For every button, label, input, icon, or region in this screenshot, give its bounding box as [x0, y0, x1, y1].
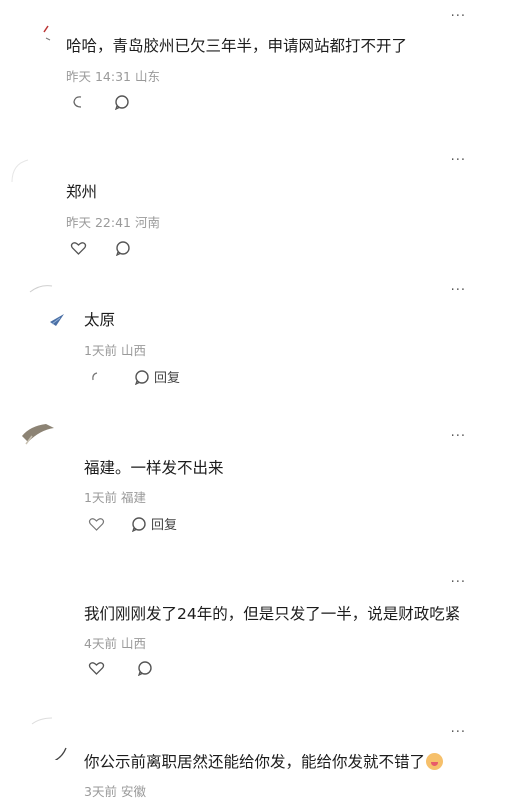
comment-meta: 昨天 14:31 山东 — [66, 66, 160, 85]
comment-meta: 1天前 山西 — [84, 340, 146, 359]
heart-icon — [88, 517, 105, 531]
comment-item: ··· 我们刚刚发了24年的，但是只发了一半，说是财政吃紧 4天前 山西 — [0, 550, 510, 700]
comment-text: 太原 — [84, 311, 116, 329]
avatar[interactable] — [6, 156, 50, 200]
comment-time: 4天前 — [84, 636, 117, 651]
more-icon[interactable]: ··· — [451, 726, 466, 739]
avatar[interactable] — [26, 278, 70, 328]
heart-icon — [73, 96, 82, 108]
comment-icon — [115, 241, 130, 256]
comment-icon — [114, 95, 129, 110]
comment-button[interactable] — [137, 660, 153, 676]
more-icon[interactable]: ··· — [451, 430, 466, 443]
more-icon[interactable]: ··· — [451, 154, 466, 167]
comment-item: ··· 你公示前离职居然还能给你发，能给你发就不错了 3天前 安徽 — [0, 700, 510, 800]
comment-meta: 1天前 福建 — [84, 487, 146, 506]
comment-location: 河南 — [134, 215, 160, 230]
comment-location: 山西 — [120, 343, 146, 358]
comment-item: ··· 福建。一样发不出来 1天前 福建 回复 — [0, 400, 510, 550]
heart-icon — [92, 371, 98, 380]
avatar[interactable] — [28, 18, 54, 44]
comment-icon — [134, 369, 149, 385]
heart-icon — [88, 662, 105, 675]
comment-actions — [70, 240, 131, 256]
more-icon[interactable]: ··· — [451, 284, 466, 297]
heart-icon — [70, 242, 87, 255]
emoji-icon — [426, 753, 444, 770]
comment-time: 3天前 — [84, 784, 117, 799]
comment-meta: 3天前 安徽 — [84, 781, 146, 800]
reply-label: 回复 — [151, 518, 178, 533]
comment-item: ··· 哈哈，青岛胶州已欠三年半，申请网站都打不开了 昨天 14:31 山东 — [0, 0, 510, 130]
reply-label: 回复 — [154, 371, 181, 386]
comment-actions — [70, 94, 130, 110]
comment-location: 山西 — [120, 636, 146, 651]
comment-location: 山东 — [134, 69, 160, 84]
comment-time: 昨天 22:41 — [66, 215, 131, 230]
comment-meta: 昨天 22:41 河南 — [66, 212, 160, 231]
reply-button[interactable]: 回复 — [131, 514, 177, 533]
comment-actions: 回复 — [88, 514, 177, 533]
comment-text-body: 你公示前离职居然还能给你发，能给你发就不错了 — [84, 753, 426, 771]
more-icon[interactable]: ··· — [451, 576, 466, 589]
avatar[interactable] — [20, 422, 58, 450]
comment-text: 哈哈，青岛胶州已欠三年半，申请网站都打不开了 — [66, 37, 408, 55]
comment-location: 安徽 — [120, 784, 146, 799]
comment-time: 昨天 14:31 — [66, 69, 131, 84]
comment-button[interactable] — [114, 94, 130, 110]
comment-time: 1天前 — [84, 490, 117, 505]
comment-button[interactable] — [115, 240, 131, 256]
comment-time: 1天前 — [84, 343, 117, 358]
like-button[interactable] — [70, 94, 86, 110]
comment-icon — [137, 661, 152, 676]
like-button[interactable] — [70, 240, 87, 256]
comment-item: ··· 郑州 昨天 22:41 河南 — [0, 130, 510, 270]
comment-text: 郑州 — [66, 183, 98, 201]
avatar[interactable] — [30, 710, 74, 760]
like-button[interactable] — [88, 660, 105, 676]
comment-text: 福建。一样发不出来 — [84, 459, 224, 477]
comment-actions — [88, 660, 153, 676]
comment-text: 我们刚刚发了24年的，但是只发了一半，说是财政吃紧 — [84, 605, 461, 623]
comment-actions: 回复 — [88, 367, 180, 386]
comment-location: 福建 — [120, 490, 146, 505]
comment-icon — [131, 516, 146, 532]
like-button[interactable] — [88, 516, 105, 532]
like-button[interactable] — [88, 370, 102, 384]
comment-meta: 4天前 山西 — [84, 633, 146, 652]
more-icon[interactable]: ··· — [451, 10, 466, 23]
comment-text: 你公示前离职居然还能给你发，能给你发就不错了 — [84, 750, 444, 772]
comment-item: ··· 太原 1天前 山西 回复 — [0, 270, 510, 400]
reply-button[interactable]: 回复 — [134, 367, 180, 386]
